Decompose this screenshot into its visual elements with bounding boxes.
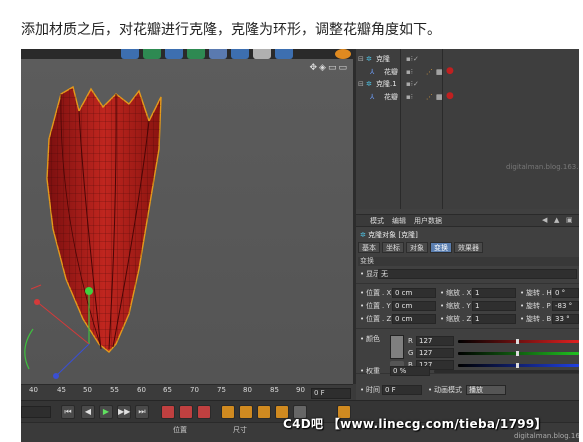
cloner-icon: ✲ — [366, 80, 372, 88]
site-watermark: C4D吧 【www.linecg.com/tieba/1799】 — [283, 417, 547, 431]
blog-watermark: digitalman.blog.163.com — [514, 432, 579, 440]
tab-transform[interactable]: 变换 — [430, 242, 452, 253]
coord-position-label: 位置 — [173, 426, 187, 434]
frame-field[interactable] — [21, 406, 51, 418]
object-row[interactable]: ⅄ 花瓣 ▪⁝ ⋰ ▦ ● — [356, 91, 579, 103]
visibility-icon[interactable]: ▪⁝ — [406, 91, 413, 103]
display-row: • 显示 无 — [356, 268, 579, 280]
color-r-field[interactable]: 127 — [416, 336, 454, 346]
tab-coord[interactable]: 坐标 — [382, 242, 404, 253]
menu-edit[interactable]: 编辑 — [392, 216, 406, 226]
attribute-title: ✲ 克隆对象 [克隆] — [360, 231, 418, 239]
cloner-icon: ✲ — [366, 55, 372, 63]
record-icon[interactable] — [161, 405, 175, 419]
keyframe-icon[interactable] — [197, 405, 211, 419]
weight-row: • 权重 0 % — [356, 365, 579, 377]
material-ball-icon[interactable]: ● — [446, 90, 454, 102]
prev-frame-button[interactable]: ◀ — [81, 405, 95, 419]
weight-field[interactable]: 0 % — [390, 366, 430, 376]
scale-y-field[interactable]: 1 — [472, 301, 516, 311]
section-transform: 变换 — [358, 257, 579, 266]
viewport-3d[interactable]: ✥◈▭▭ — [21, 49, 353, 384]
goto-start-button[interactable]: ⏮ — [61, 405, 75, 419]
material-ball-icon[interactable]: ● — [446, 65, 454, 77]
visibility-icon[interactable]: ▪⁝ — [406, 66, 413, 78]
transform-row-2: • 位置. Y 0 cm • 缩放. Y 1 • 旋转. P -83 ° — [356, 300, 579, 312]
coord-size-label: 尺寸 — [233, 426, 247, 434]
timeline-ruler[interactable]: 40 45 50 55 60 65 70 75 80 85 90 0 F — [21, 384, 353, 400]
transform-row-1: • 位置. X 0 cm • 缩放. X 1 • 旋转. H 0 ° — [356, 287, 579, 299]
next-frame-button[interactable]: ▶▶ — [117, 405, 131, 419]
tag-icon[interactable]: ⋰ — [426, 91, 433, 103]
axis-z-handle[interactable] — [53, 373, 59, 379]
scale-key-icon[interactable] — [239, 405, 253, 419]
cloner-icon: ✲ — [360, 231, 366, 239]
object-row[interactable]: ⊟ ✲ 克隆 ▪⁝✓ — [356, 53, 579, 65]
attribute-menubar: 模式 编辑 用户数据 ◀ ▲ ▣ — [356, 214, 579, 227]
axis-y-handle[interactable] — [85, 287, 93, 295]
goto-end-button[interactable]: ⏭ — [135, 405, 149, 419]
expand-icon[interactable]: ⊟ — [358, 78, 364, 90]
attribute-manager: 模式 编辑 用户数据 ◀ ▲ ▣ ✲ 克隆对象 [克隆] 基本 坐标 对象 变换… — [356, 209, 579, 384]
axis-x-handle[interactable] — [34, 299, 40, 305]
flower-model — [24, 85, 162, 379]
position-x-field[interactable]: 0 cm — [392, 288, 436, 298]
tab-object[interactable]: 对象 — [406, 242, 428, 253]
scale-x-field[interactable]: 1 — [472, 288, 516, 298]
expand-icon[interactable]: ⊟ — [358, 53, 364, 65]
rotation-b-field[interactable]: 33 ° — [552, 314, 579, 324]
checker-tag-icon[interactable]: ▦ — [436, 66, 443, 78]
tab-effectors[interactable]: 效果器 — [454, 242, 483, 253]
time-row: • 时间 0 F • 动画模式 播放 — [356, 384, 579, 396]
up-arrow-icon[interactable]: ▲ — [554, 216, 559, 224]
menu-mode[interactable]: 模式 — [370, 216, 384, 226]
autokey-icon[interactable] — [179, 405, 193, 419]
object-row[interactable]: ⅄ 花瓣 ▪⁝ ⋰ ▦ ● — [356, 66, 579, 78]
color-g-row: G 127 — [356, 347, 579, 359]
faint-watermark: digitalman.blog.163.com — [506, 163, 579, 171]
object-icon: ⅄ — [370, 93, 375, 101]
rotation-h-field[interactable]: 0 ° — [552, 288, 579, 298]
color-r-row: R 127 — [356, 335, 579, 347]
visibility-icon[interactable]: ▪⁝✓ — [406, 53, 419, 65]
move-key-icon[interactable] — [221, 405, 235, 419]
rotation-p-field[interactable]: -83 ° — [552, 301, 579, 311]
current-frame-field[interactable]: 0 F — [311, 388, 351, 399]
object-manager: ⊟ ✲ 克隆 ▪⁝✓ ⅄ 花瓣 ▪⁝ ⋰ ▦ ● ⊟ ✲ 克隆.1 ▪⁝✓ ⅄ … — [356, 49, 579, 209]
transform-row-3: • 位置. Z 0 cm • 缩放. Z 1 • 旋转. B 33 ° — [356, 313, 579, 325]
play-button[interactable]: ▶ — [99, 405, 113, 419]
menu-userdata[interactable]: 用户数据 — [414, 216, 442, 226]
visibility-icon[interactable]: ▪⁝✓ — [406, 78, 419, 90]
position-z-field[interactable]: 0 cm — [392, 314, 436, 324]
scale-z-field[interactable]: 1 — [472, 314, 516, 324]
color-g-field[interactable]: 127 — [416, 348, 454, 358]
object-row[interactable]: ⊟ ✲ 克隆.1 ▪⁝✓ — [356, 78, 579, 90]
position-y-field[interactable]: 0 cm — [392, 301, 436, 311]
object-icon: ⅄ — [370, 68, 375, 76]
checker-tag-icon[interactable]: ▦ — [436, 91, 443, 103]
display-select[interactable]: 无 — [378, 269, 577, 279]
caption-text: 添加材质之后，对花瓣进行克隆，克隆为环形，调整花瓣角度如下。 — [21, 22, 441, 38]
back-arrow-icon[interactable]: ◀ — [542, 216, 547, 224]
time-field[interactable]: 0 F — [382, 385, 422, 395]
tag-icon[interactable]: ⋰ — [426, 66, 433, 78]
rotate-key-icon[interactable] — [257, 405, 271, 419]
bullet-icon: • — [360, 270, 365, 278]
attribute-extra: • 权重 0 % • 时间 0 F • 动画模式 播放 — [356, 366, 579, 400]
lock-icon[interactable]: ▣ — [566, 216, 573, 224]
tab-basic[interactable]: 基本 — [358, 242, 380, 253]
axis-z[interactable] — [55, 343, 90, 377]
cinema4d-window: ✥◈▭▭ ⊟ ✲ 克隆 ▪⁝✓ ⅄ 花瓣 ▪⁝ ⋰ ▦ ● ⊟ ✲ 克隆.1 ▪… — [21, 49, 579, 442]
anim-mode-select[interactable]: 播放 — [466, 385, 506, 395]
